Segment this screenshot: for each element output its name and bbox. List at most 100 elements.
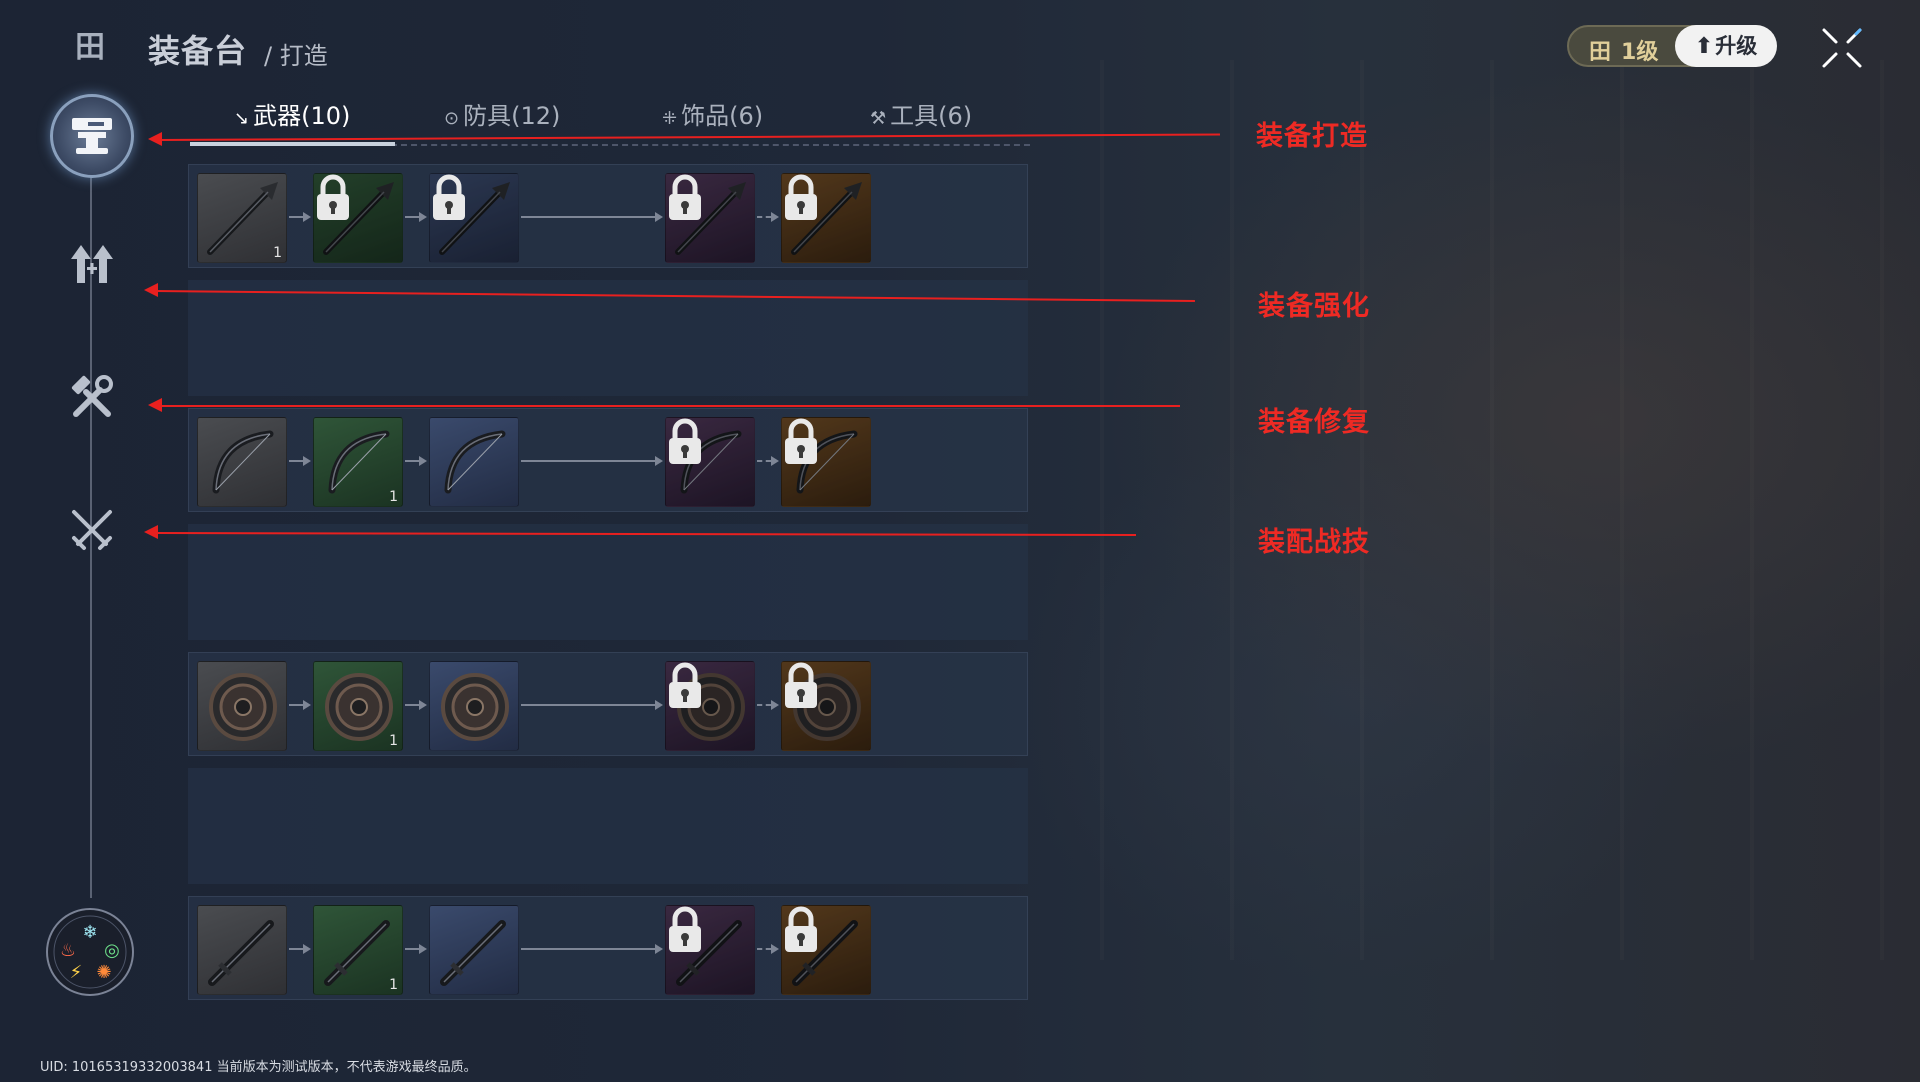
anvil-icon <box>72 118 112 154</box>
equipment-slot[interactable] <box>665 417 755 507</box>
connector-arrow <box>303 944 311 954</box>
equipment-slot[interactable]: 1 <box>313 661 403 751</box>
shield-icon: ⊙ <box>444 108 460 129</box>
equipment-slot[interactable]: 1 <box>197 173 287 263</box>
crossed-swords-icon <box>72 510 112 550</box>
connector-line <box>521 460 655 462</box>
close-button[interactable] <box>1818 24 1866 72</box>
connector-arrow <box>771 700 779 710</box>
empty-row <box>188 768 1028 884</box>
element-wheel-icon: ❄ ♨ ◎ ⚡ ✺ <box>53 915 127 989</box>
annotation-arrow-head <box>144 525 158 539</box>
equipment-slot[interactable] <box>781 661 871 751</box>
upgrade-label: 升级 <box>1715 34 1758 58</box>
equipment-slot[interactable] <box>429 661 519 751</box>
connector-arrow <box>771 212 779 222</box>
svg-text:✺: ✺ <box>96 962 111 983</box>
equipment-slot[interactable] <box>781 417 871 507</box>
svg-text:❄: ❄ <box>82 922 97 943</box>
equipment-slot[interactable] <box>665 661 755 751</box>
sidebar-item-repair[interactable] <box>50 356 134 440</box>
equipment-slot[interactable] <box>313 173 403 263</box>
active-tab-indicator <box>190 142 395 146</box>
equipment-slot[interactable] <box>197 417 287 507</box>
sword-icon <box>208 920 274 986</box>
lock-icon <box>785 418 817 464</box>
equipment-slot[interactable] <box>781 905 871 995</box>
sidebar-item-skills[interactable] <box>50 488 134 572</box>
header: ⽥ 装备台 / 打造 ⽥ 1级 ⬆升级 <box>0 0 1920 90</box>
tab-label: 饰品(6) <box>681 102 764 130</box>
equipment-slot[interactable]: 1 <box>313 905 403 995</box>
uid-footer: UID: 10165319332003841 当前版本为测试版本，不代表游戏最终… <box>40 1060 477 1075</box>
page-title: 装备台 <box>148 32 248 70</box>
bow-icon <box>212 430 274 494</box>
crafting-bench-icon: ⽥ <box>75 30 105 65</box>
lock-icon <box>785 662 817 708</box>
annotation-label-enhance: 装备强化 <box>1258 291 1370 322</box>
lock-icon <box>669 906 701 952</box>
connector-line <box>757 704 771 706</box>
lock-icon <box>785 174 817 220</box>
annotation-arrow-head <box>148 132 162 146</box>
upgrade-button[interactable]: ⬆升级 <box>1675 25 1777 67</box>
tab-label: 防具(12) <box>463 102 561 130</box>
connector-arrow <box>655 944 663 954</box>
equipment-slot[interactable] <box>197 661 287 751</box>
connector-arrow <box>303 700 311 710</box>
close-icon <box>1822 28 1862 68</box>
connector-arrow <box>771 456 779 466</box>
tab-armor[interactable]: ⊙ 防具(12) <box>444 96 560 140</box>
slot-count: 1 <box>389 489 398 505</box>
connector-line <box>521 948 655 950</box>
tab-accessories[interactable]: ⁜ 饰品(6) <box>662 96 763 140</box>
slot-count: 1 <box>389 977 398 993</box>
shield-icon <box>209 673 277 741</box>
equipment-row-spear: 1 <box>188 164 1028 268</box>
connector-arrow <box>655 700 663 710</box>
level-value: 1级 <box>1621 40 1659 65</box>
connector-arrow <box>303 212 311 222</box>
equipment-slot[interactable] <box>665 905 755 995</box>
element-wheel-button[interactable]: ❄ ♨ ◎ ⚡ ✺ <box>46 908 134 996</box>
annotation-arrow-line <box>160 405 1180 407</box>
equipment-row-shield: 1 <box>188 652 1028 756</box>
equipment-row-sword: 1 <box>188 896 1028 1000</box>
lock-icon <box>433 174 465 220</box>
svg-text:⚡: ⚡ <box>70 962 83 983</box>
annotation-label-repair: 装备修复 <box>1258 407 1370 438</box>
equipment-slot[interactable] <box>429 417 519 507</box>
lock-icon <box>669 174 701 220</box>
sidebar-item-forge[interactable] <box>50 94 134 178</box>
equipment-slot[interactable] <box>429 905 519 995</box>
connector-arrow <box>419 456 427 466</box>
tab-tools[interactable]: ⚒ 工具(6) <box>870 96 972 140</box>
level-label: ⽥ 1级 <box>1589 34 1658 66</box>
equipment-slot[interactable] <box>781 173 871 263</box>
upgrade-arrows-icon <box>71 245 113 283</box>
svg-text:◎: ◎ <box>104 940 120 961</box>
tab-label: 武器(10) <box>253 102 351 130</box>
equipment-slot[interactable] <box>429 173 519 263</box>
connector-line <box>757 216 771 218</box>
connector-line <box>521 704 655 706</box>
connector-line <box>521 216 655 218</box>
equipment-slot[interactable]: 1 <box>313 417 403 507</box>
connector-arrow <box>771 944 779 954</box>
equipment-row-bow: 1 <box>188 408 1028 512</box>
connector-arrow <box>419 944 427 954</box>
tab-weapons[interactable]: ↘ 武器(10) <box>234 96 350 140</box>
slot-count: 1 <box>389 733 398 749</box>
connector-line <box>757 460 771 462</box>
background-scene <box>1040 60 1920 960</box>
bow-icon <box>444 430 506 494</box>
connector-line <box>757 948 771 950</box>
sidebar-item-enhance[interactable] <box>50 222 134 306</box>
tab-label: 工具(6) <box>890 102 973 130</box>
equipment-slot[interactable] <box>197 905 287 995</box>
connector-arrow <box>303 456 311 466</box>
connector-arrow <box>655 456 663 466</box>
equipment-slot[interactable] <box>665 173 755 263</box>
annotation-label-skills: 装配战技 <box>1258 527 1370 558</box>
bench-level-icon: ⽥ <box>1589 40 1612 65</box>
